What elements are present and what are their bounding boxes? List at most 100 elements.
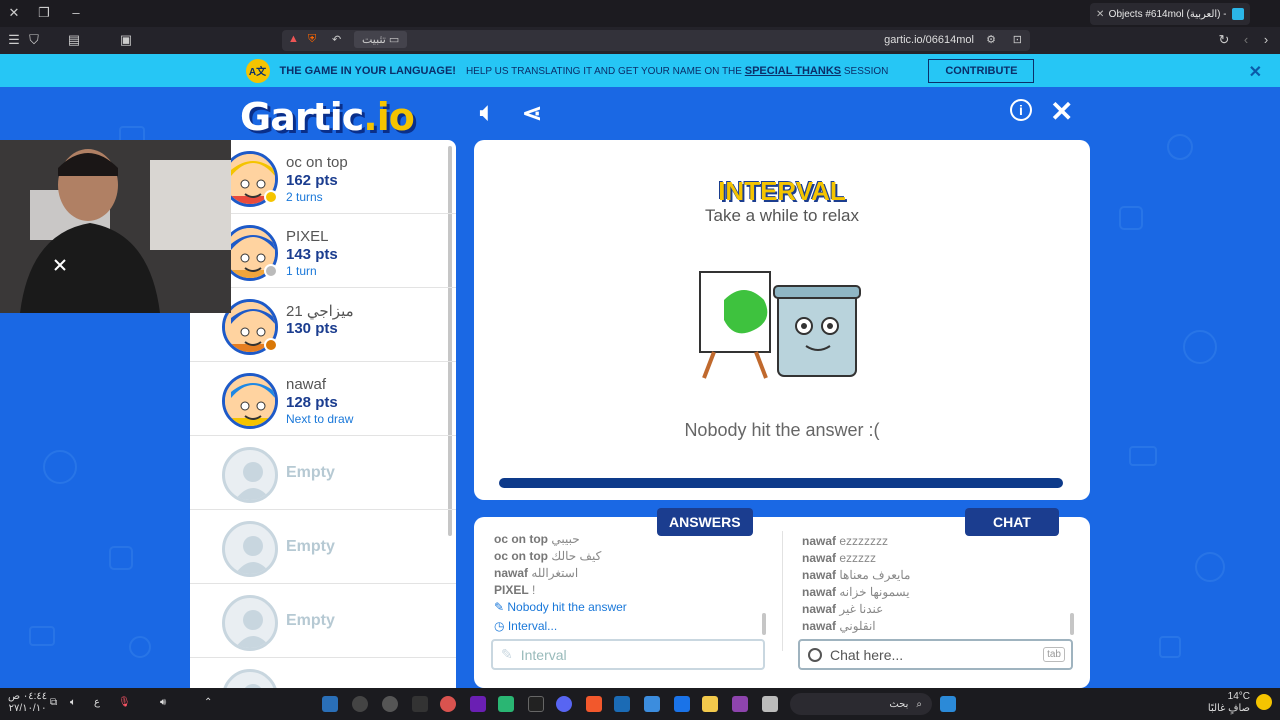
brave-icon[interactable] bbox=[586, 696, 602, 712]
interval-title: INTERVAL bbox=[718, 176, 846, 206]
steam-icon[interactable] bbox=[322, 696, 338, 712]
empty-slot-label: Empty bbox=[286, 538, 335, 555]
weather-desc: صافٍ غالبًا bbox=[1207, 703, 1250, 714]
copilot-icon[interactable] bbox=[732, 696, 748, 712]
player-name: ميزاجي 21 bbox=[286, 303, 354, 320]
minimize-window-icon[interactable]: – bbox=[66, 5, 86, 20]
banner-text-after: SESSION bbox=[843, 65, 889, 77]
windows-start-icon[interactable] bbox=[940, 696, 956, 712]
app-icon[interactable] bbox=[412, 696, 428, 712]
store-icon[interactable] bbox=[644, 696, 660, 712]
answer-input-placeholder: Interval bbox=[520, 646, 567, 663]
restore-window-icon[interactable]: ❐ bbox=[34, 5, 54, 21]
answers-messages: oc on top حبيبي oc on top كيف حالك nawaf ا… bbox=[494, 531, 764, 635]
speaker-tray-icon[interactable]: 🔊︎ bbox=[160, 697, 166, 708]
tab-title: Objects #614mol (العربية) - Gartic bbox=[1108, 8, 1226, 20]
round-progress-bar bbox=[499, 478, 1063, 488]
answers-chat-panel: ANSWERS CHAT oc on top حبيبي oc on top كي… bbox=[474, 508, 1090, 688]
empty-slot: Empty bbox=[190, 658, 456, 688]
keyboard-layout-icon[interactable]: ع bbox=[94, 697, 100, 708]
opera-gx-icon[interactable] bbox=[440, 696, 456, 712]
message-user: oc on top bbox=[494, 549, 548, 563]
message-user: nawaf bbox=[802, 585, 837, 599]
tray-chevron-icon[interactable]: ⌃ bbox=[204, 697, 212, 708]
info-icon[interactable]: i bbox=[1010, 99, 1032, 121]
notification-icon[interactable]: ⧉ bbox=[50, 697, 57, 708]
app-window-icon[interactable] bbox=[762, 696, 778, 712]
player-points: 128 pts bbox=[286, 394, 338, 411]
message-user: nawaf bbox=[802, 551, 837, 565]
chat-tab[interactable]: CHAT bbox=[965, 508, 1059, 536]
message-text: ezzzzz bbox=[839, 551, 877, 565]
message-text: عندنا غير bbox=[839, 602, 884, 616]
shield-icon[interactable]: ⛉ bbox=[24, 32, 44, 48]
message-text: ezzzzzzz bbox=[839, 534, 889, 548]
obs-icon[interactable] bbox=[352, 696, 368, 712]
contribute-button[interactable]: CONTRIBUTE bbox=[928, 58, 1035, 83]
epic-games-icon[interactable] bbox=[528, 696, 544, 712]
discord-icon[interactable] bbox=[556, 696, 572, 712]
browser-titlebar: ✕ ❐ – + ✕ Objects #614mol (العربية) - Ga… bbox=[0, 0, 1280, 27]
brave-rewards-icon[interactable]: ▲ bbox=[288, 33, 299, 45]
back-icon[interactable]: ‹ bbox=[1236, 32, 1256, 47]
empty-slot: Empty bbox=[190, 436, 456, 510]
taskbar-search[interactable]: بحث ⌕ bbox=[790, 693, 932, 715]
speaker-icon[interactable]: 🔈︎ bbox=[480, 99, 494, 127]
volume-icon[interactable]: 🔈︎ bbox=[70, 697, 76, 708]
close-banner-icon[interactable]: ✕ bbox=[1249, 62, 1262, 82]
browser-tab[interactable]: ✕ Objects #614mol (العربية) - Gartic bbox=[1090, 3, 1250, 25]
tab-close-icon[interactable]: ✕ bbox=[1096, 9, 1103, 20]
screenshot-icon[interactable]: ▣ bbox=[116, 32, 136, 48]
taskbar-clock[interactable]: ٠٤:٤٤ ص ٢٧/١٠/١٠ bbox=[8, 691, 47, 715]
player-name: nawaf bbox=[286, 376, 327, 393]
microphone-icon[interactable]: 🎙︎ bbox=[118, 697, 131, 708]
message-text: كيف حالك bbox=[551, 549, 602, 563]
game-app-icon[interactable] bbox=[498, 696, 514, 712]
search-icon: ⌕ bbox=[916, 698, 922, 710]
message-text: انقلوني bbox=[839, 619, 876, 633]
reload-icon[interactable]: ↻ bbox=[1214, 32, 1234, 48]
install-app-button[interactable]: تثبيت ▭ bbox=[354, 31, 408, 48]
address-bar[interactable]: ▲ ⛨ ↶ تثبيت ▭ gartic.io/06614mol ⚙ ⊡ bbox=[282, 30, 1030, 51]
logo-suffix: .io bbox=[363, 95, 415, 139]
message-text: يسمونها خزانه bbox=[839, 585, 910, 599]
player-row[interactable]: nawaf 128 pts Next to draw bbox=[190, 362, 456, 436]
weather-icon bbox=[1256, 694, 1272, 710]
next-app-icon[interactable] bbox=[470, 696, 486, 712]
chat-message: nawaf مايعرف معناها bbox=[802, 567, 1072, 584]
pencil-icon: ✎ bbox=[501, 646, 513, 662]
round-result: Nobody hit the answer :( bbox=[684, 420, 880, 440]
brave-shields-icon[interactable]: ⛨ bbox=[308, 33, 316, 46]
steelseries-icon[interactable] bbox=[382, 696, 398, 712]
sidebar-icon[interactable]: ▤ bbox=[64, 32, 84, 48]
site-settings-icon[interactable]: ⚙ bbox=[986, 33, 996, 46]
player-status-dot bbox=[264, 264, 278, 278]
weather-widget[interactable]: 14°C صافٍ غالبًا bbox=[1208, 691, 1250, 715]
share-icon[interactable]: ⋖ bbox=[522, 99, 542, 128]
special-thanks-link[interactable]: SPECIAL THANKS bbox=[745, 65, 841, 77]
empty-slot: Empty bbox=[190, 584, 456, 658]
message-text: استغرالله bbox=[531, 566, 579, 580]
webcam-person bbox=[0, 140, 231, 313]
player-status-dot bbox=[264, 338, 278, 352]
answers-scrollbar[interactable] bbox=[762, 613, 766, 635]
close-window-icon[interactable]: ✕ bbox=[4, 5, 24, 21]
file-explorer-icon[interactable] bbox=[702, 696, 718, 712]
chat-scrollbar[interactable] bbox=[1070, 613, 1074, 635]
answer-input[interactable]: ✎ Interval bbox=[491, 639, 765, 670]
chat-input-placeholder: Chat here... bbox=[830, 646, 904, 663]
translate-icon: A文 bbox=[245, 58, 270, 83]
panel-divider bbox=[782, 531, 783, 651]
close-icon[interactable]: ✕ bbox=[1050, 95, 1073, 128]
forward-icon[interactable]: › bbox=[1256, 32, 1276, 47]
message-text: ! bbox=[532, 583, 536, 597]
bookmark-icon[interactable]: ⊡ bbox=[1013, 33, 1022, 46]
drawing-canvas[interactable]: INTERVAL Take a while to relax Nobody hi… bbox=[474, 140, 1090, 500]
browser-toolbar: ☰ ⛉ ▤ ▣ ▲ ⛨ ↶ تثبيت ▭ gartic.io/06614mol… bbox=[0, 27, 1280, 54]
player-points: 162 pts bbox=[286, 172, 338, 189]
menu-icon[interactable]: ☰ bbox=[4, 32, 24, 48]
chat-input[interactable]: Chat here... tab bbox=[798, 639, 1073, 670]
back-arrow-icon[interactable]: ↶ bbox=[332, 33, 341, 46]
mail-icon[interactable] bbox=[674, 696, 690, 712]
steam-pinned-icon[interactable] bbox=[614, 696, 630, 712]
